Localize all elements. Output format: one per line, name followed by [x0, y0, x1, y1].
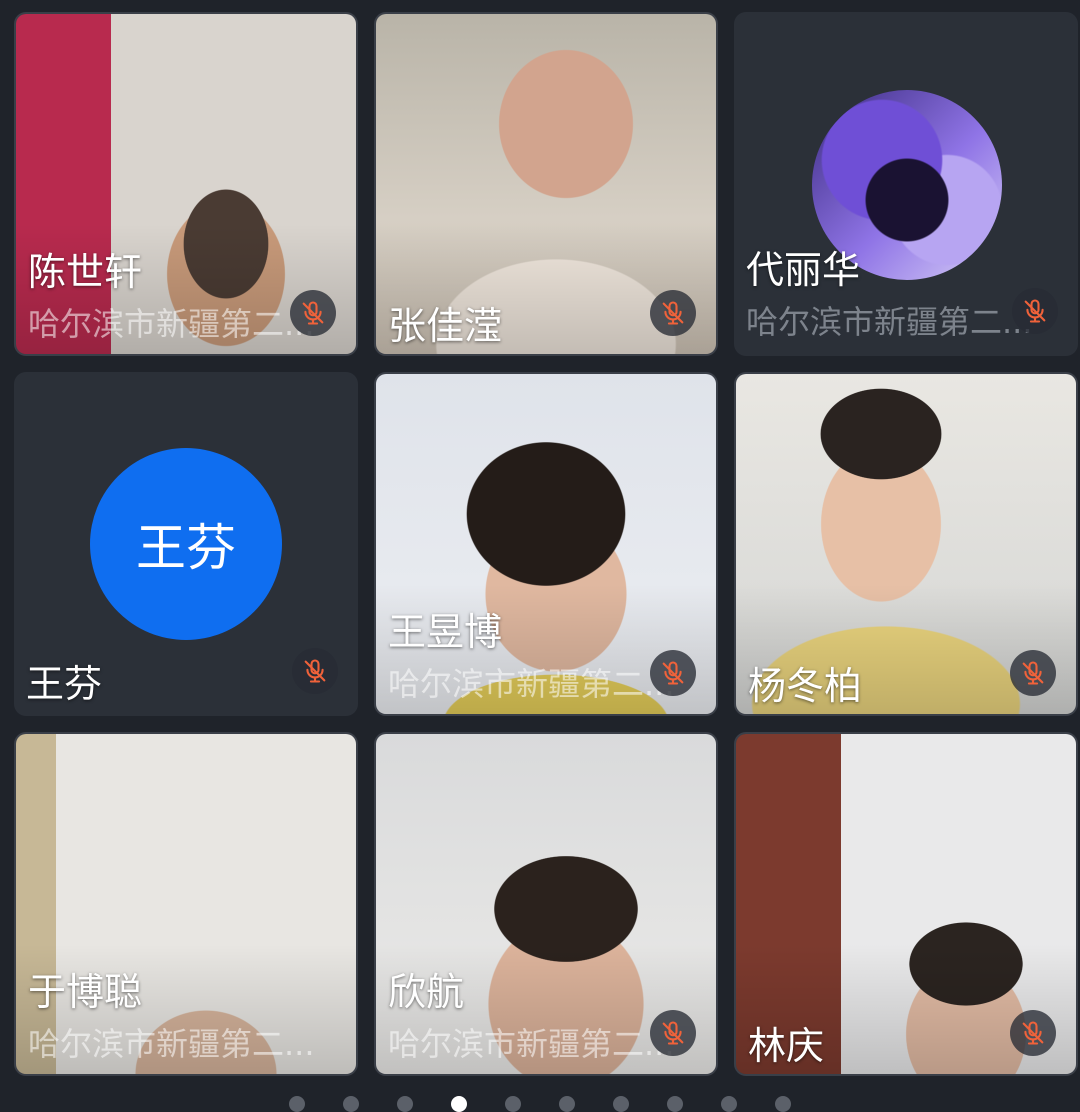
page-dot[interactable] [397, 1096, 413, 1112]
participant-organization: 哈尔滨市新疆第二... [746, 303, 1033, 341]
participant-grid: 陈世轩 哈尔滨市新疆第二... 张佳滢 代丽华 哈尔滨市新疆第二... 王芬 王… [0, 0, 1080, 1112]
participant-tile[interactable]: 代丽华 哈尔滨市新疆第二... [734, 12, 1078, 356]
participant-name: 于博聪 [28, 970, 143, 1014]
page-dot-active[interactable] [451, 1096, 467, 1112]
participant-organization: 哈尔滨市新疆第二... [28, 305, 315, 343]
participant-name: 张佳滢 [388, 304, 503, 348]
mic-muted-icon [650, 1010, 696, 1056]
participant-name: 陈世轩 [28, 250, 143, 294]
participant-tile[interactable]: 陈世轩 哈尔滨市新疆第二... [14, 12, 358, 356]
page-dot[interactable] [721, 1096, 737, 1112]
initials-avatar: 王芬 [90, 448, 282, 640]
participant-name: 王昱博 [388, 610, 503, 654]
participant-tile[interactable]: 王昱博 哈尔滨市新疆第二... [374, 372, 718, 716]
participant-organization: 哈尔滨市新疆第二... [388, 1025, 675, 1063]
participant-video [16, 734, 356, 1074]
mic-muted-icon [290, 290, 336, 336]
page-indicator[interactable] [0, 1096, 1080, 1112]
participant-name: 林庆 [748, 1024, 825, 1068]
mic-muted-icon [650, 650, 696, 696]
page-dot[interactable] [667, 1096, 683, 1112]
participant-name: 代丽华 [746, 248, 861, 292]
page-dot[interactable] [289, 1096, 305, 1112]
participant-tile[interactable]: 欣航 哈尔滨市新疆第二... [374, 732, 718, 1076]
mic-muted-icon [1012, 288, 1058, 334]
mic-muted-icon [292, 648, 338, 694]
participant-tile[interactable]: 张佳滢 [374, 12, 718, 356]
page-dot[interactable] [505, 1096, 521, 1112]
participant-tile[interactable]: 林庆 [734, 732, 1078, 1076]
mic-muted-icon [650, 290, 696, 336]
page-dot[interactable] [343, 1096, 359, 1112]
participant-organization: 哈尔滨市新疆第二... [28, 1025, 315, 1063]
participant-organization: 哈尔滨市新疆第二... [388, 665, 675, 703]
participant-name: 欣航 [388, 970, 465, 1014]
participant-tile[interactable]: 于博聪 哈尔滨市新疆第二... [14, 732, 358, 1076]
page-dot[interactable] [613, 1096, 629, 1112]
participant-name: 杨冬柏 [748, 664, 863, 708]
participant-tile[interactable]: 王芬 王芬 [14, 372, 358, 716]
mic-muted-icon [1010, 1010, 1056, 1056]
page-dot[interactable] [559, 1096, 575, 1112]
mic-muted-icon [1010, 650, 1056, 696]
participant-tile[interactable]: 杨冬柏 [734, 372, 1078, 716]
page-dot[interactable] [775, 1096, 791, 1112]
participant-name: 王芬 [26, 662, 103, 706]
